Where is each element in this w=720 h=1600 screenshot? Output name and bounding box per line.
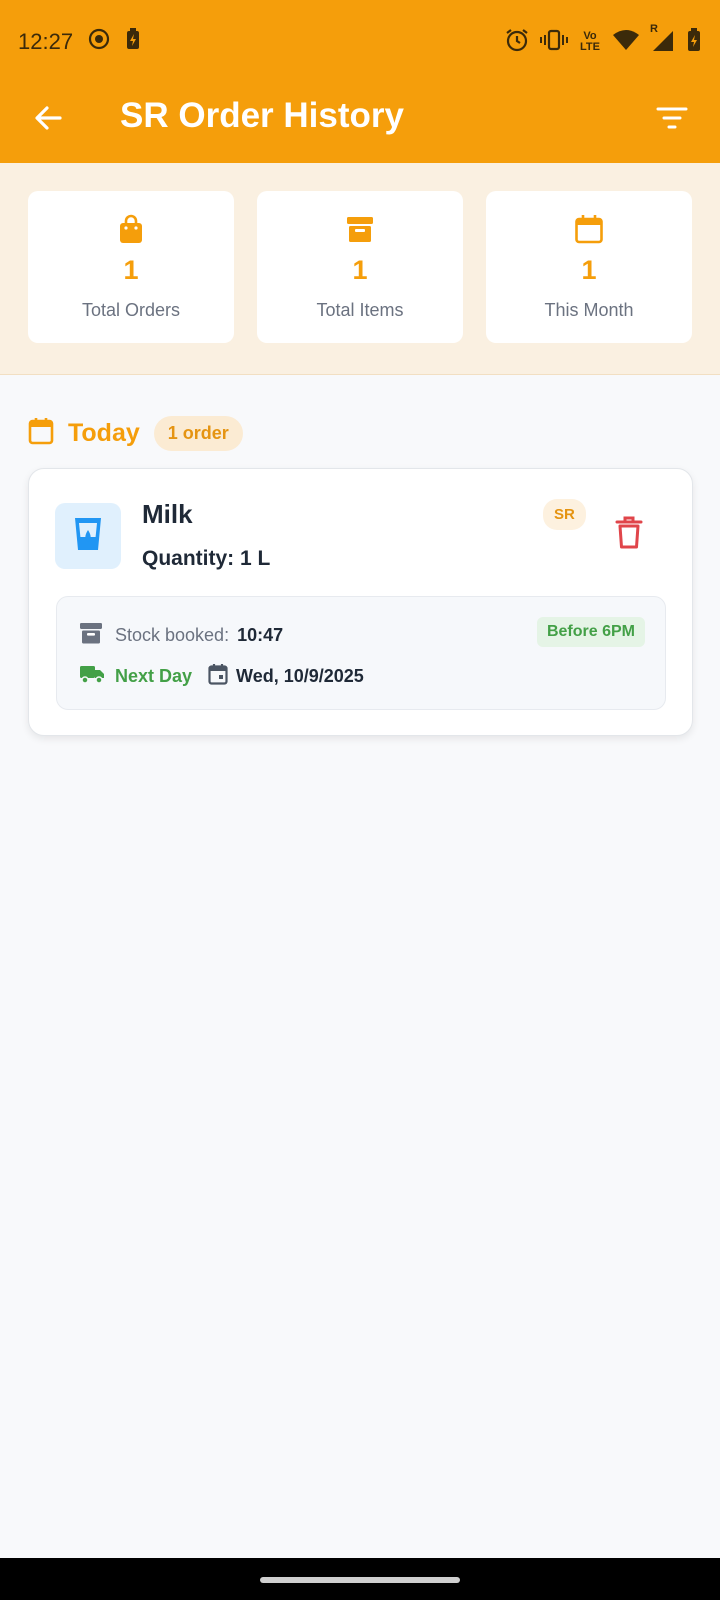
calendar-icon (574, 213, 604, 245)
app-bar: SR Order History (0, 84, 720, 163)
event-calendar-icon (208, 663, 228, 690)
volte-icon: Vo LTE (578, 31, 602, 53)
delete-button[interactable] (609, 515, 649, 555)
order-count-badge: 1 order (153, 415, 243, 451)
stat-value: 1 (352, 255, 368, 285)
stat-card-total-items: 1 Total Items (257, 191, 463, 343)
shopping-bag-icon (118, 213, 144, 245)
back-button[interactable] (30, 102, 66, 138)
record-icon (87, 27, 111, 57)
stat-card-this-month: 1 This Month (486, 191, 692, 343)
roaming-label: R (650, 22, 658, 35)
order-details-panel: Stock booked: 10:47 Before 6PM Next Day … (56, 596, 666, 710)
order-card[interactable]: Milk Quantity: 1 L SR Stock booked: 10:4… (28, 468, 693, 736)
cutoff-badge: Before 6PM (536, 617, 645, 647)
filter-icon (656, 106, 688, 135)
stat-value: 1 (581, 255, 597, 285)
system-nav-bar (0, 1558, 720, 1600)
vibrate-icon (540, 27, 568, 58)
trash-icon (615, 516, 643, 555)
stat-label: Total Orders (81, 300, 181, 320)
stock-booked-row: Stock booked: 10:47 (79, 621, 283, 650)
product-quantity: Quantity: 1 L (142, 547, 271, 570)
sr-badge: SR (543, 499, 586, 530)
product-icon-tile (55, 503, 121, 569)
archive-box-icon (79, 621, 103, 650)
stat-label: This Month (544, 300, 634, 320)
calendar-icon (28, 417, 54, 450)
wifi-icon (612, 28, 640, 57)
battery-charging-icon (686, 27, 702, 58)
stat-label: Total Items (316, 300, 404, 320)
battery-saver-icon (125, 27, 141, 57)
section-header-today: Today 1 order (28, 415, 243, 451)
stats-panel: 1 Total Orders 1 Total Items 1 This Mont… (0, 163, 720, 375)
status-left: 12:27 (18, 27, 141, 57)
arrow-back-icon (32, 102, 64, 139)
stat-value: 1 (123, 255, 139, 285)
product-name: Milk (142, 499, 193, 529)
stock-booked-label: Stock booked: (115, 625, 230, 645)
alarm-icon (504, 27, 530, 58)
status-right: Vo LTE R (504, 23, 702, 58)
delivery-row: Next Day Wed, 10/9/2025 (79, 663, 364, 690)
drink-glass-icon (72, 515, 104, 558)
truck-icon (79, 663, 105, 690)
section-label: Today (68, 418, 140, 447)
delivery-label: Next Day (115, 666, 193, 686)
archive-box-icon (345, 213, 375, 245)
delivery-date: Wed, 10/9/2025 (236, 666, 364, 686)
stat-card-total-orders: 1 Total Orders (28, 191, 234, 343)
volte-label: Vo LTE (580, 30, 600, 53)
filter-button[interactable] (654, 102, 690, 138)
stock-booked-time: 10:47 (237, 625, 284, 645)
home-gesture-handle[interactable] (260, 1577, 460, 1583)
page-title: SR Order History (120, 96, 404, 135)
status-bar: 12:27 Vo LTE R (0, 0, 720, 84)
status-time: 12:27 (18, 29, 74, 54)
signal-roaming-icon: R (650, 23, 676, 58)
